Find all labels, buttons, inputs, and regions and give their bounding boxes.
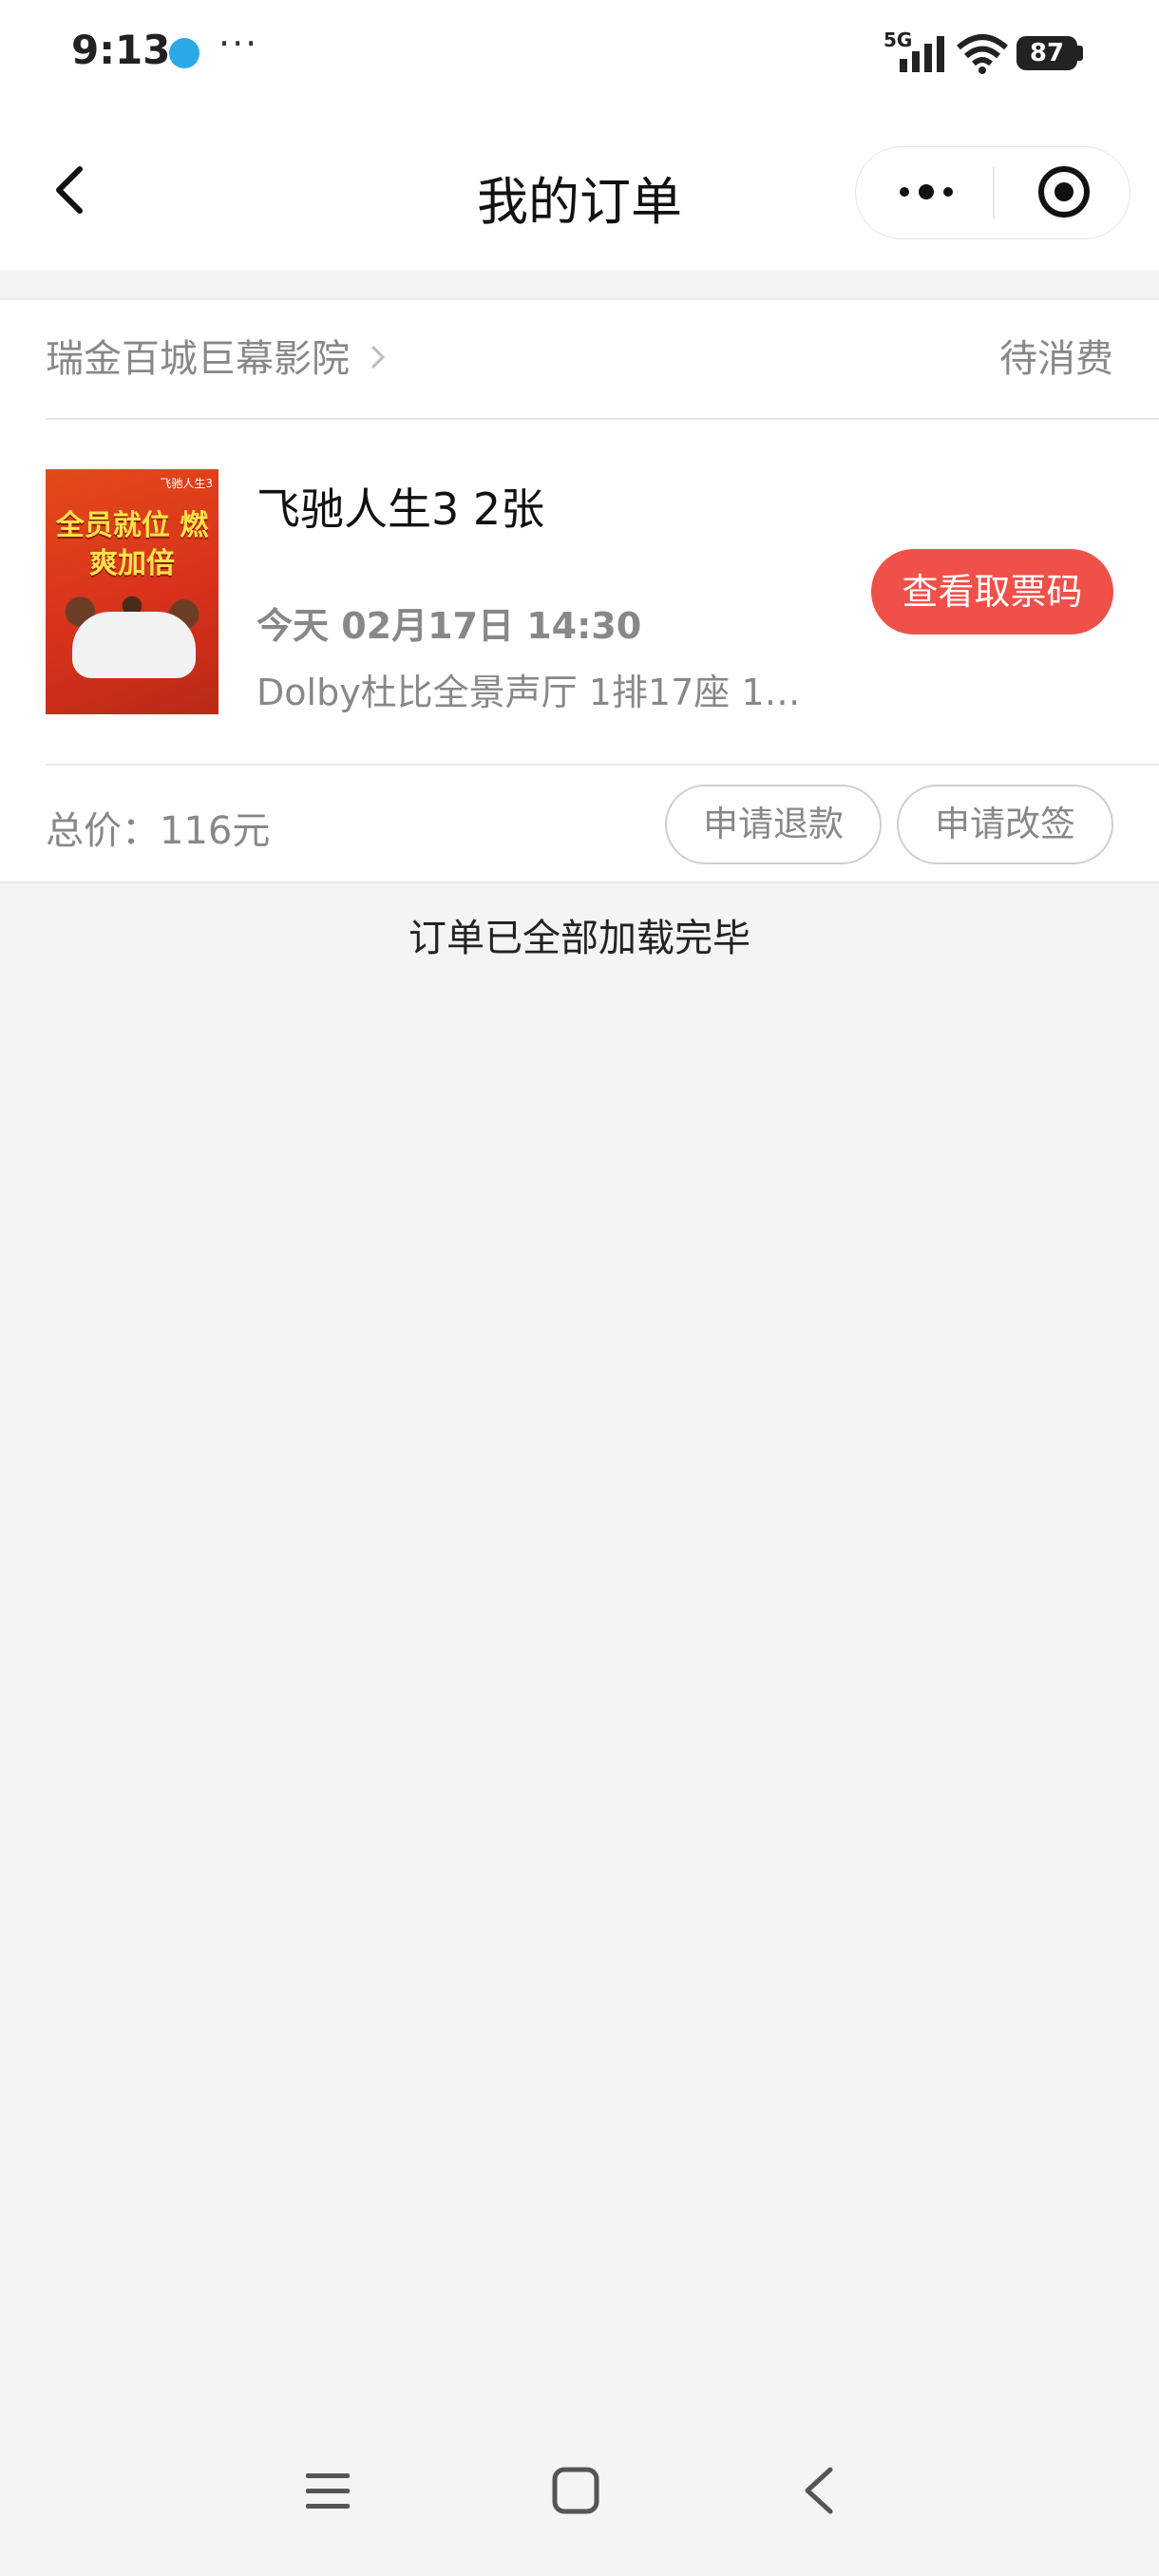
showtime: 今天 02月17日 14:30 [256,605,642,647]
close-target-icon[interactable] [1036,163,1092,220]
change-ticket-button[interactable]: 申请改签 [897,785,1113,864]
status-more-icon: ··· [218,23,259,65]
recent-apps-icon[interactable] [304,2468,352,2515]
more-options-icon[interactable] [893,173,960,211]
total-price: 总价：116元 [46,809,271,853]
battery-icon: 87 [1016,36,1077,70]
signal-icon [900,36,944,72]
movie-title: 飞驰人生3 2张 [256,483,545,535]
back-icon[interactable] [800,2464,838,2517]
cinema-name[interactable]: 瑞金百城巨幕影院 [46,328,350,383]
wifi-icon [957,34,1008,74]
battery-tip [1077,46,1083,61]
capsule-divider [993,167,995,218]
status-time: 9:13 [71,27,171,73]
cinema-row[interactable]: 瑞金百城巨幕影院 待消费 [46,328,1113,387]
home-icon[interactable] [551,2466,600,2515]
poster-car [72,612,196,678]
divider [46,418,1159,420]
notification-dot-icon [169,38,200,68]
order-status-badge: 待消费 [999,337,1113,381]
load-complete-text: 订单已全部加载完毕 [408,917,750,960]
movie-poster[interactable]: 飞驰人生3 全员就位 燃爽加倍 [46,469,218,714]
section-gap [0,270,1159,298]
refund-button[interactable]: 申请退款 [665,785,882,864]
poster-slogan: 全员就位 燃爽加倍 [55,509,209,580]
divider [46,764,1159,766]
poster-logo: 飞驰人生3 [160,477,213,490]
view-ticket-code-button[interactable]: 查看取票码 [871,549,1113,635]
chevron-right-icon [370,345,386,369]
seat-info: Dolby杜比全景声厅 1排17座 1排1... [256,672,826,713]
status-bar: 9:13 ··· 5G 87 [0,0,1159,106]
